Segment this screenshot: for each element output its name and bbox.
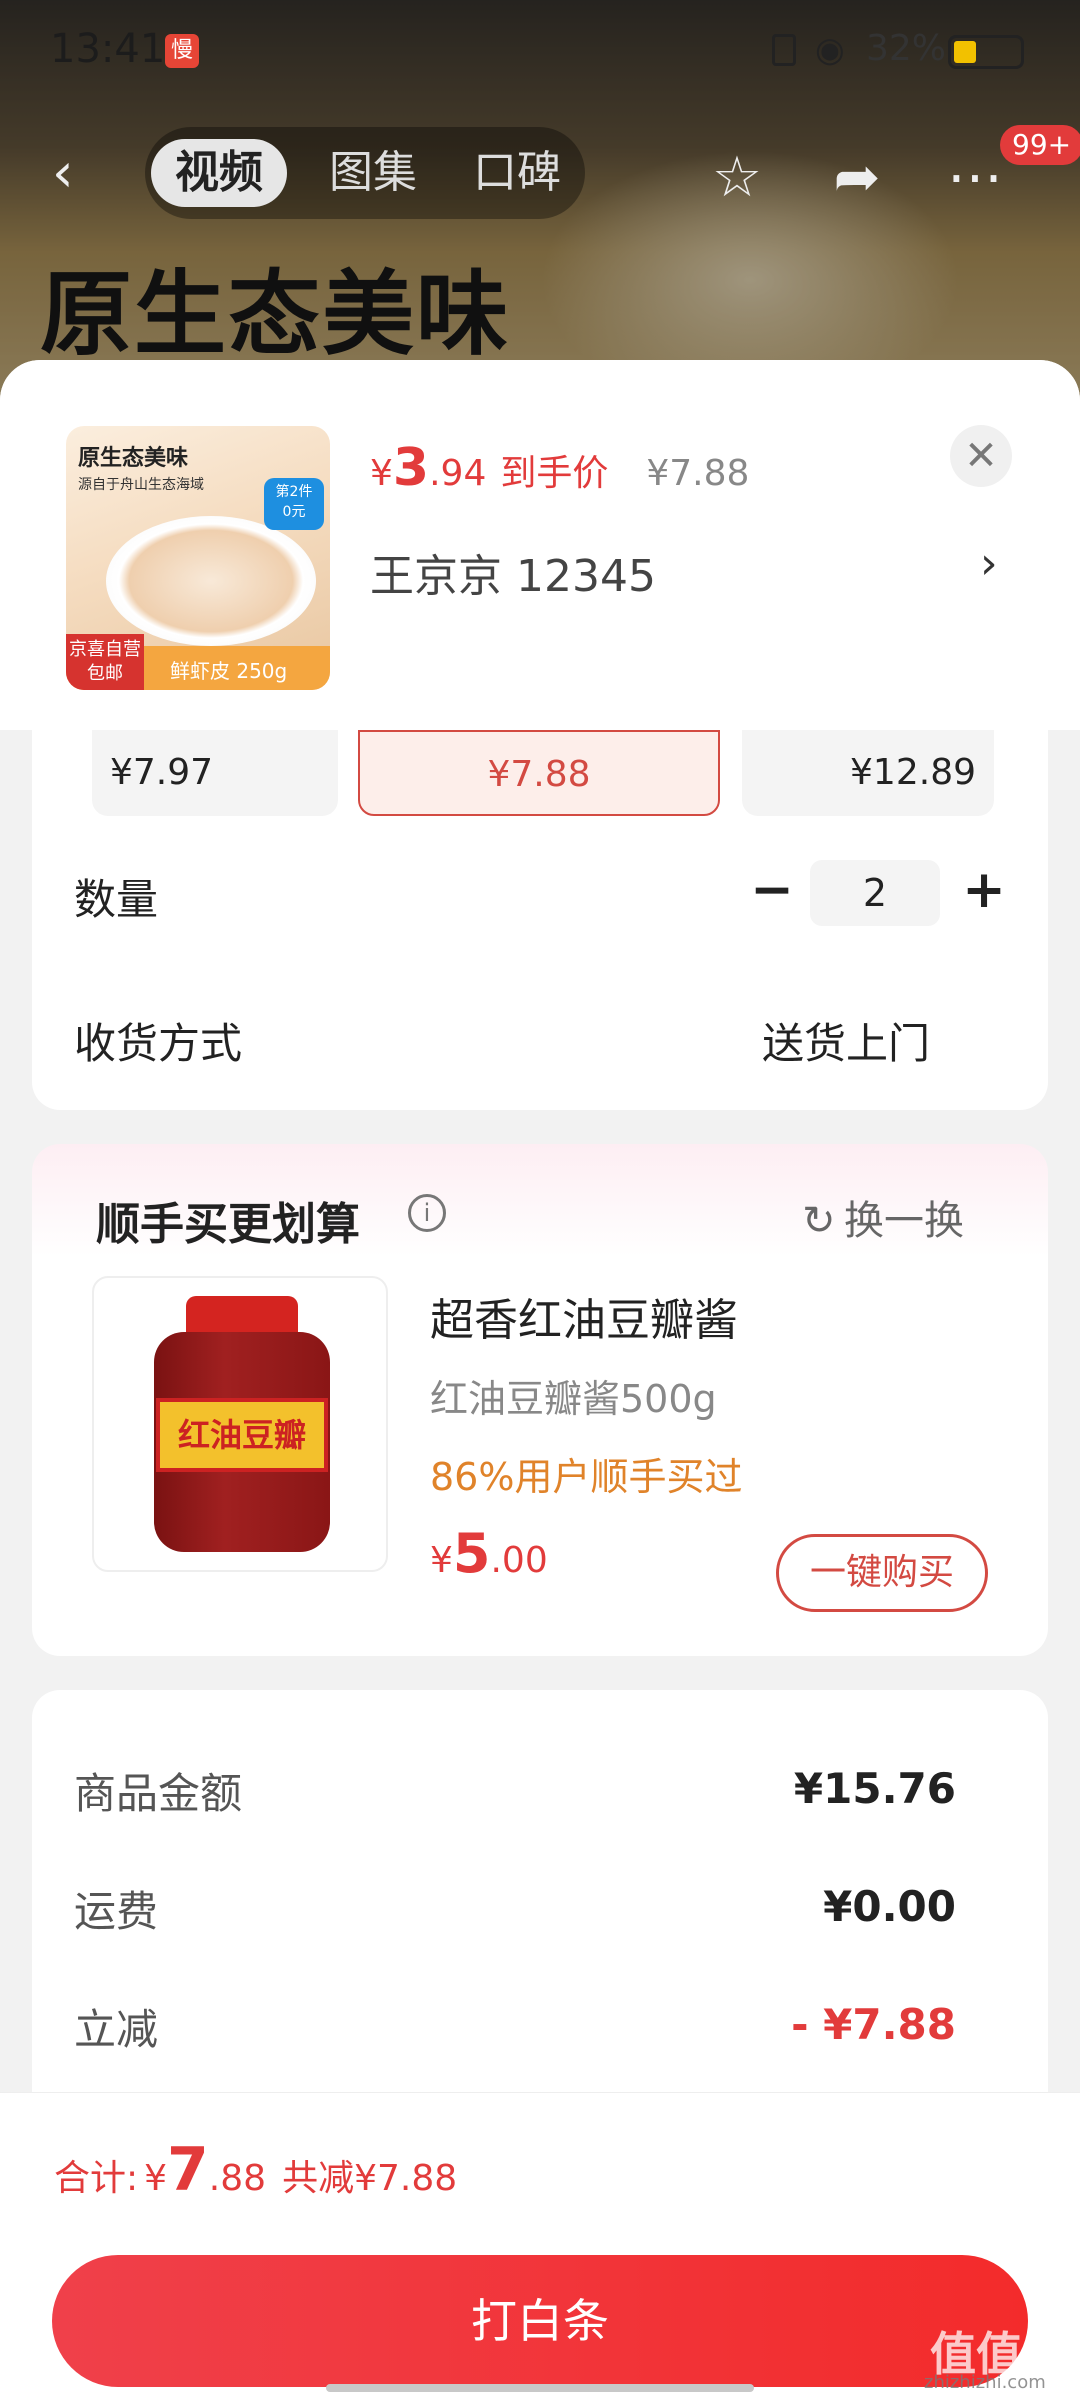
sku-option-3[interactable]: ¥12.89 xyxy=(742,730,994,816)
back-arrow-icon[interactable]: ‹ xyxy=(52,143,112,203)
chevron-right-icon[interactable]: › xyxy=(980,538,998,589)
notification-badge: 99+ xyxy=(1000,125,1080,165)
image-spec: 鲜虾皮 250g xyxy=(170,659,288,683)
media-tabs: 视频 图集 口碑 xyxy=(145,127,585,219)
upsell-product-image[interactable]: 红油豆瓣 xyxy=(92,1276,388,1572)
summary-value-discount: - ¥7.88 xyxy=(791,2000,956,2049)
home-indicator[interactable] xyxy=(326,2384,754,2392)
product-image: 原生态美味 源自于舟山生态海域 第2件 0元 京喜自营 包邮 鲜虾皮 250g xyxy=(66,426,330,690)
star-icon[interactable]: ☆ xyxy=(702,143,772,213)
free-shipping-badge: 京喜自营 包邮 xyxy=(66,634,144,690)
price-currency: ¥ xyxy=(370,453,393,494)
share-icon[interactable]: ➦ xyxy=(822,143,892,213)
upsell-price-decimal: .00 xyxy=(490,1540,548,1581)
original-price: ¥7.88 xyxy=(646,453,750,494)
tab-gallery[interactable]: 图集 xyxy=(305,139,441,207)
status-time: 13:41 xyxy=(50,26,166,72)
summary-value-goods: ¥15.76 xyxy=(793,1764,956,1813)
sku-option-selected[interactable]: ¥7.88 xyxy=(358,730,720,816)
close-icon[interactable]: ✕ xyxy=(950,425,1012,487)
tab-video[interactable]: 视频 xyxy=(151,139,287,207)
total-price: 合计: ¥ 7 .88 共减¥7.88 xyxy=(54,2135,457,2205)
sim-icon xyxy=(772,34,796,66)
total-label: 合计: xyxy=(54,2158,139,2199)
upsell-product-spec: 红油豆瓣酱500g xyxy=(430,1377,717,1421)
refresh-icon: ↻ xyxy=(802,1198,836,1244)
top-nav: ‹ 视频 图集 口碑 ☆ ➦ ⋯ 99+ xyxy=(0,125,1080,225)
quantity-value[interactable]: 2 xyxy=(810,860,940,926)
delivery-method-label: 收货方式 xyxy=(74,1019,243,1068)
quantity-minus-button[interactable]: − xyxy=(742,862,802,922)
product-summary: 原生态美味 源自于舟山生态海域 第2件 0元 京喜自营 包邮 鲜虾皮 250g … xyxy=(0,360,1080,730)
tab-reviews[interactable]: 口碑 xyxy=(449,139,585,207)
status-bar: 13:41 慢 ◉ 32% xyxy=(0,20,1080,80)
pay-baitiao-button[interactable]: 打白条 xyxy=(52,2255,1028,2387)
checkout-bar: 合计: ¥ 7 .88 共减¥7.88 打白条 xyxy=(0,2092,1080,2400)
price-row: ¥ 3 .94 到手价 ¥7.88 xyxy=(370,438,749,508)
upsell-price-integer: 5 xyxy=(452,1522,491,1585)
address-selector[interactable]: 王京京 12345 xyxy=(370,540,656,604)
sku-option-1[interactable]: ¥7.97 xyxy=(92,730,338,816)
delivery-method-value[interactable]: 送货上门 xyxy=(762,1010,930,1071)
one-click-buy-button[interactable]: 一键购买 xyxy=(776,1534,988,1612)
info-icon[interactable]: i xyxy=(408,1194,446,1232)
upsell-price: ¥ 5 .00 xyxy=(430,1522,548,1585)
refresh-label: 换一换 xyxy=(844,1198,964,1244)
upsell-price-currency: ¥ xyxy=(430,1540,453,1581)
app-notification-icon: 慢 xyxy=(165,34,199,68)
total-integer: 7 xyxy=(167,2135,209,2205)
image-subtitle: 源自于舟山生态海域 xyxy=(78,477,204,493)
summary-label-discount: 立减 xyxy=(74,2005,159,2054)
dried-shrimp-plate xyxy=(106,516,316,646)
more-icon[interactable]: ⋯ xyxy=(940,143,1010,213)
total-currency: ¥ xyxy=(144,2158,168,2199)
total-saved: 共减¥7.88 xyxy=(282,2158,458,2199)
battery-percent: 32% xyxy=(866,28,947,69)
quantity-plus-button[interactable]: + xyxy=(954,862,1014,922)
order-summary: 商品金额 ¥15.76 运费 ¥0.00 立减 - ¥7.88 xyxy=(32,1690,1048,2150)
upsell-social-proof: 86%用户顺手买过 xyxy=(430,1455,743,1499)
battery-icon xyxy=(948,35,1024,69)
summary-label-shipping: 运费 xyxy=(74,1887,159,1936)
upsell-card: 顺手买更划算 i ↻ 换一换 红油豆瓣 超香红油豆瓣酱 红油豆瓣酱500g 86%… xyxy=(32,1144,1048,1656)
summary-value-shipping: ¥0.00 xyxy=(823,1882,956,1931)
refresh-button[interactable]: ↻ 换一换 xyxy=(802,1188,964,1246)
jar-lid xyxy=(186,1296,298,1336)
jar-label: 红油豆瓣 xyxy=(156,1398,328,1472)
summary-label-goods: 商品金额 xyxy=(74,1769,243,1818)
upsell-title: 顺手买更划算 xyxy=(96,1199,360,1250)
quantity-label: 数量 xyxy=(74,875,159,924)
image-title: 原生态美味 xyxy=(78,446,189,471)
watermark-site: zhizhizhi.com xyxy=(924,2372,1046,2393)
price-decimal: .94 xyxy=(429,453,487,494)
second-item-free-tag: 第2件 0元 xyxy=(264,478,324,530)
wifi-icon: ◉ xyxy=(815,30,845,70)
upsell-product-name[interactable]: 超香红油豆瓣酱 xyxy=(430,1284,738,1348)
price-integer: 3 xyxy=(392,438,430,498)
options-card: ¥7.97 ¥7.88 ¥12.89 数量 − 2 + 收货方式 送货上门 xyxy=(32,730,1048,1110)
total-decimal: .88 xyxy=(208,2158,267,2199)
final-price-label: 到手价 xyxy=(500,453,609,494)
